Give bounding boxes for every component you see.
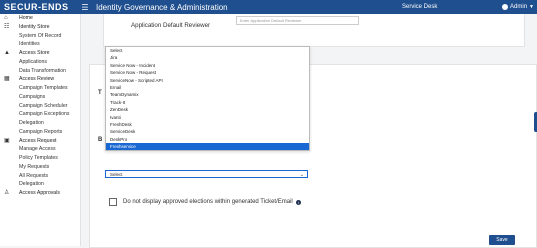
- sidebar-item[interactable]: Delegation: [0, 180, 80, 189]
- sidebar-item-label: Access Request: [19, 137, 57, 144]
- sidebar-item[interactable]: ♙ Access Approvals: [0, 189, 80, 198]
- dropdown-option[interactable]: ServiceNow - Scripted API: [106, 77, 309, 84]
- sidebar-item[interactable]: Manage Access: [0, 145, 80, 154]
- dropdown-option[interactable]: Freshservice: [106, 143, 309, 151]
- checkbox-label: Do not display approved elections within…: [123, 199, 293, 205]
- service-desk-link[interactable]: Service Desk: [402, 4, 437, 10]
- sidebar-item-label: Data Transformation: [19, 67, 66, 74]
- sidebar-item-label: Access Store: [19, 50, 50, 56]
- sidebar-item-label: Campaign Scheduler: [19, 102, 68, 109]
- dropdown-option[interactable]: Email: [106, 84, 309, 91]
- sidebar-item[interactable]: Campaign Exceptions: [0, 110, 80, 119]
- dropdown-option[interactable]: Jira: [106, 54, 309, 61]
- sidebar-item-label: System Of Record: [19, 32, 62, 39]
- info-icon[interactable]: i: [295, 199, 301, 205]
- sidebar-item-label: Campaign Exceptions: [19, 111, 70, 118]
- dropdown-option[interactable]: Ivanti: [106, 114, 309, 121]
- hamburger-menu-icon[interactable]: ☰: [80, 3, 90, 12]
- sidebar-item[interactable]: Applications: [0, 58, 80, 67]
- section-heading-fragment: B: [98, 137, 103, 143]
- sidebar-item[interactable]: Campaigns: [0, 93, 80, 102]
- ticketing-system-dropdown-list: Select Jira Service Now - Incident Service …: [105, 46, 310, 152]
- sidebar-item[interactable]: ⌂ Home: [0, 14, 80, 23]
- sidebar-item[interactable]: ▦ Access Review: [0, 75, 80, 84]
- user-icon: [502, 4, 509, 10]
- dropdown-option[interactable]: DeskPro: [106, 136, 309, 143]
- app-logo[interactable]: SECUR-ENDS: [0, 2, 80, 12]
- top-bar: SECUR-ENDS ☰ Identity Governance & Admin…: [0, 0, 537, 14]
- caret-down-icon: ▼: [529, 4, 534, 10]
- sidebar-item[interactable]: ▲ Access Store: [0, 49, 80, 58]
- sidebar-item-label: Delegation: [19, 120, 44, 126]
- ticketing-system-select[interactable]: Select ⌄: [105, 170, 308, 178]
- reviewer-card: Application Default Reviewer Enter Appli…: [103, 14, 525, 47]
- sidebar-item-label: Manage Access: [19, 146, 56, 153]
- dropdown-option[interactable]: ServiceDesk: [106, 128, 309, 135]
- sidebar-item-label: Home: [19, 15, 33, 21]
- sidebar-item-label: Access Approvals: [19, 190, 60, 196]
- sidebar-item[interactable]: Delegation: [0, 119, 80, 128]
- sidebar-item-label: Applications: [19, 58, 47, 65]
- sidebar-item[interactable]: System Of Record: [0, 32, 80, 41]
- reviewer-label: Application Default Reviewer: [131, 22, 211, 29]
- grid-icon: ▦: [4, 76, 10, 83]
- dropdown-option[interactable]: Select: [106, 47, 309, 54]
- sidebar-item-label: Access Review: [19, 76, 55, 83]
- sidebar-item-label: Campaign Templates: [19, 85, 68, 91]
- approval-icon: ♙: [4, 190, 10, 196]
- app-title: Identity Governance & Administration: [96, 2, 228, 12]
- sidebar-item-label: All Requests: [19, 172, 49, 179]
- chevron-down-icon: ⌄: [299, 172, 304, 178]
- select-value: Select: [110, 172, 123, 177]
- sidebar-item[interactable]: All Requests: [0, 172, 80, 181]
- main-content: Application Default Reviewer Enter Appli…: [80, 14, 537, 248]
- dropdown-option[interactable]: Service Now - Incident: [106, 62, 309, 69]
- sidebar-item[interactable]: Identities: [0, 40, 80, 49]
- person-icon: ▲: [4, 50, 10, 56]
- save-button[interactable]: Save: [489, 235, 515, 245]
- admin-label: Admin: [510, 4, 528, 10]
- home-icon: ⌂: [4, 15, 8, 21]
- sidebar-item-label: My Requests: [19, 163, 50, 170]
- sidebar-item-label: Identity Store: [19, 23, 50, 30]
- display-elections-checkbox[interactable]: [109, 198, 117, 206]
- dropdown-option[interactable]: Track-It: [106, 99, 309, 106]
- display-elections-option: Do not display approved elections within…: [109, 198, 301, 206]
- sidebar-item-label: Campaigns: [19, 93, 46, 100]
- lock-icon: ▣: [4, 137, 10, 144]
- sidebar-item[interactable]: ▣ Access Request: [0, 137, 80, 146]
- sidebar: ⌂ Home ☷ Identity Store System Of Record Iden…: [0, 14, 81, 246]
- sidebar-item-label: Campaign Reports: [19, 128, 63, 135]
- admin-menu[interactable]: Admin ▼: [502, 4, 534, 10]
- sidebar-item[interactable]: My Requests: [0, 163, 80, 172]
- users-icon: ☷: [4, 23, 10, 30]
- sidebar-item-label: Identities: [19, 41, 40, 48]
- dropdown-option[interactable]: TeamDynamix: [106, 91, 309, 98]
- reviewer-input[interactable]: Enter Application Default Reviewer: [236, 16, 359, 25]
- sidebar-item-label: Policy Templates: [19, 155, 58, 161]
- section-heading-fragment: T: [98, 90, 102, 96]
- dropdown-option[interactable]: FreshDesk: [106, 121, 309, 128]
- sidebar-item[interactable]: Campaign Reports: [0, 128, 80, 137]
- sidebar-item[interactable]: ☷ Identity Store: [0, 23, 80, 32]
- dropdown-option[interactable]: Service Now - Request: [106, 69, 309, 76]
- dropdown-option[interactable]: ZenDesk: [106, 106, 309, 113]
- sidebar-item[interactable]: Data Transformation: [0, 67, 80, 76]
- sidebar-item[interactable]: Campaign Scheduler: [0, 102, 80, 111]
- sidebar-item-label: Delegation: [19, 181, 44, 188]
- sidebar-item[interactable]: Campaign Templates: [0, 84, 80, 93]
- sidebar-item[interactable]: Policy Templates: [0, 154, 80, 163]
